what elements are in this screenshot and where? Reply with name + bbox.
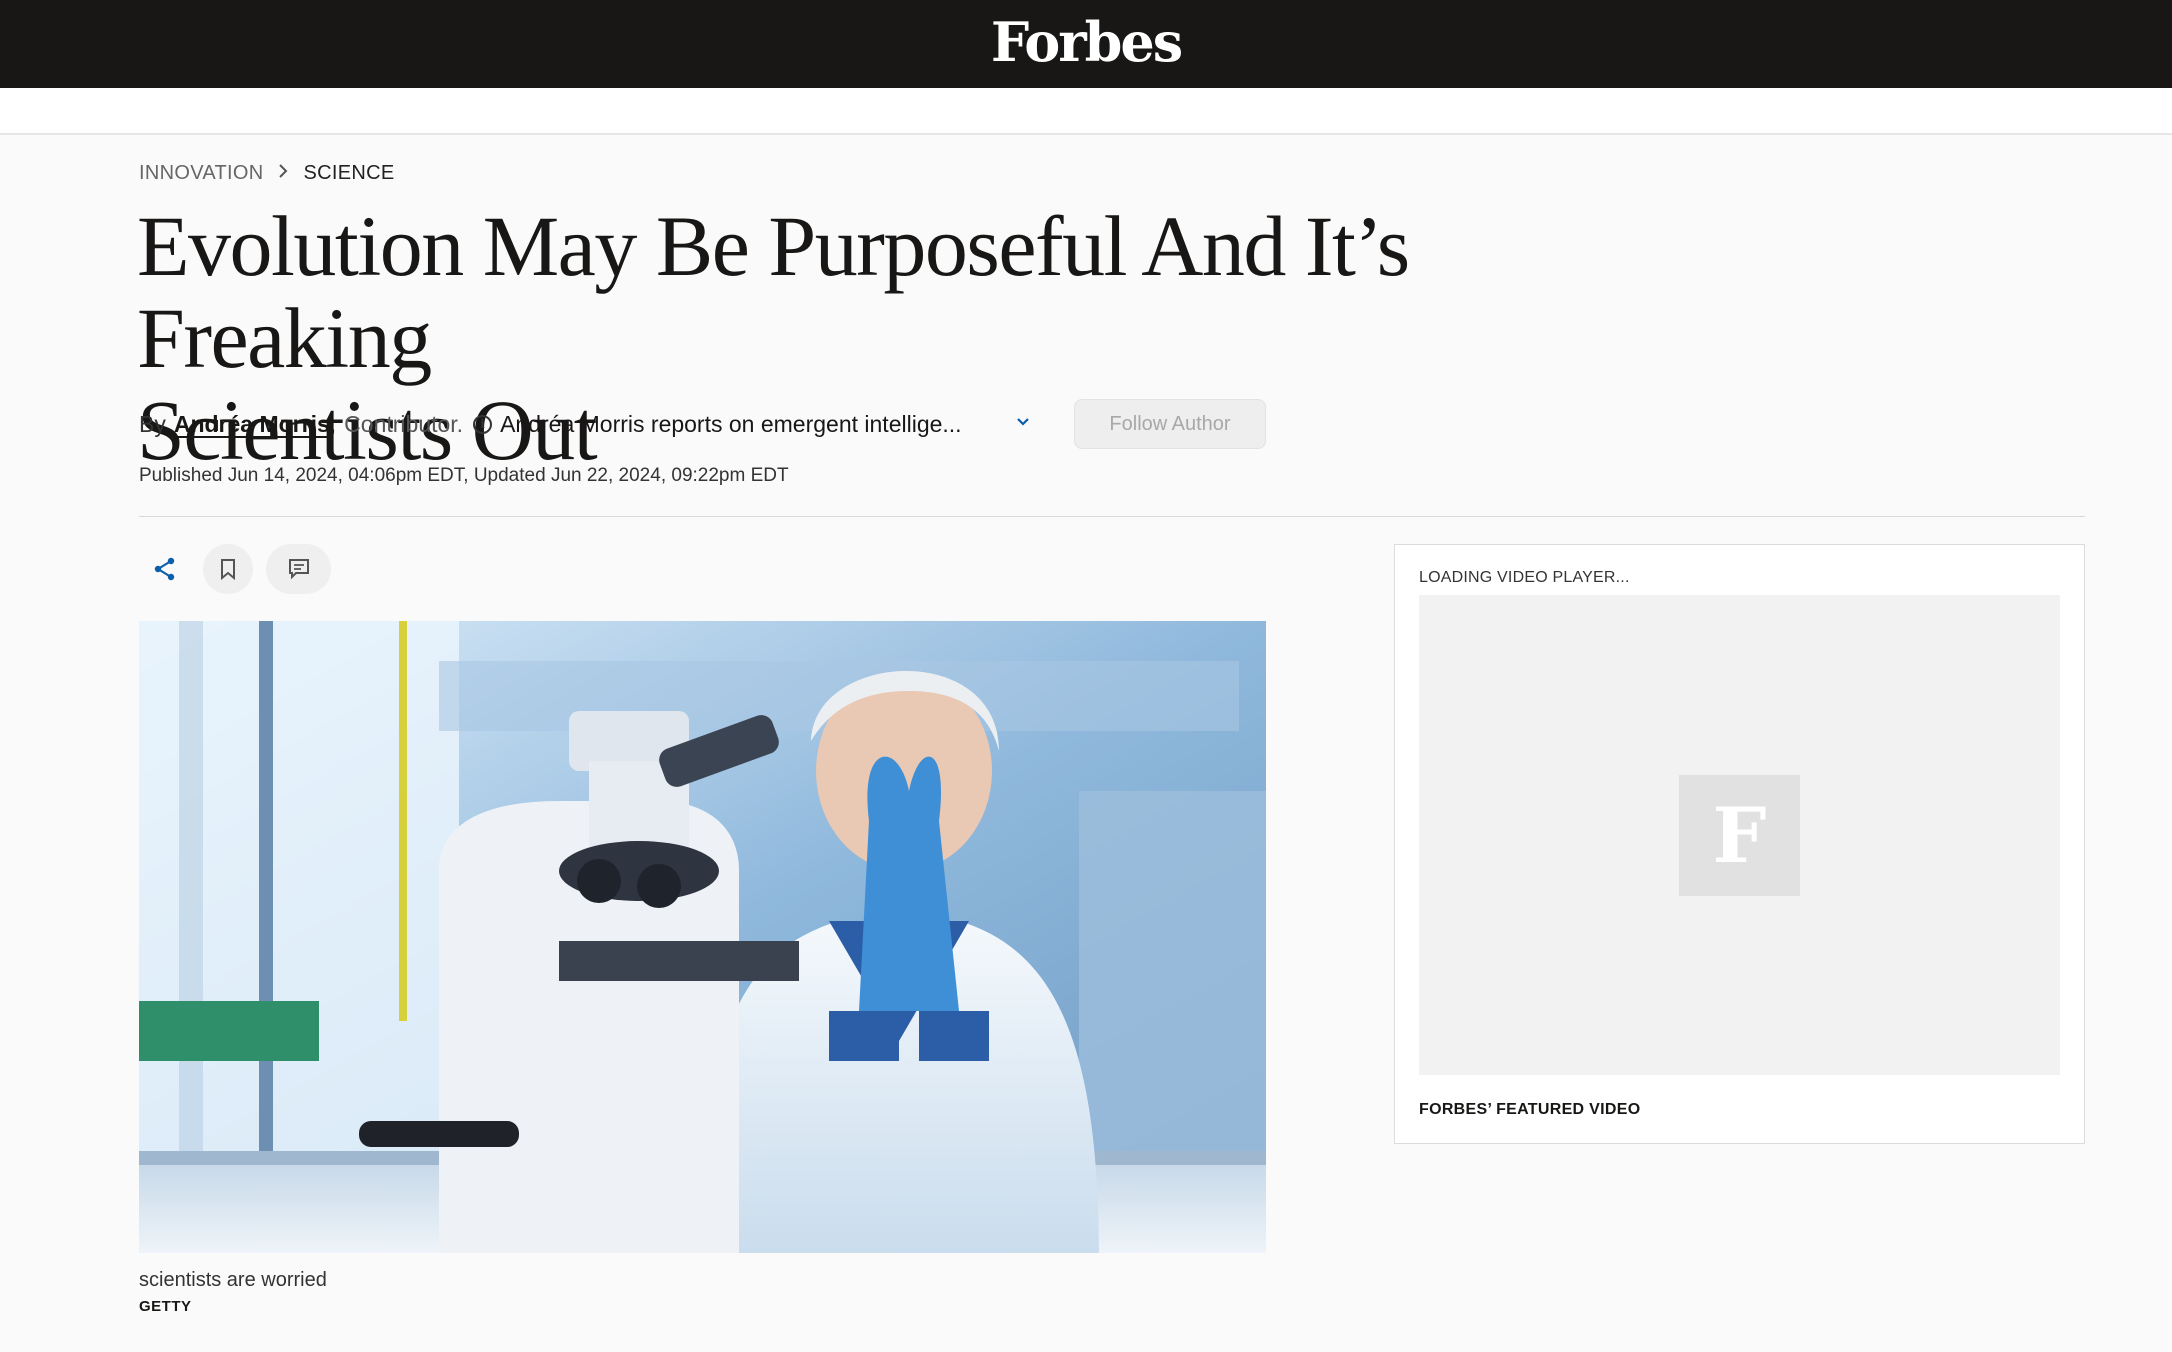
image-credit: GETTY xyxy=(139,1298,192,1315)
video-player[interactable]: F xyxy=(1419,595,2060,1075)
secondary-nav-bar xyxy=(0,88,2172,135)
breadcrumb: INNOVATION SCIENCE xyxy=(139,162,395,185)
author-link[interactable]: Andréa Morris xyxy=(174,411,330,438)
featured-video-title: FORBES’ FEATURED VIDEO xyxy=(1419,1101,1641,1118)
author-role: Contributor. xyxy=(344,410,464,437)
by-label: By xyxy=(139,410,166,437)
hero-image xyxy=(139,621,1266,1253)
chevron-right-icon xyxy=(277,162,289,185)
comments-button[interactable] xyxy=(266,544,331,594)
comment-icon xyxy=(288,559,309,580)
author-bio-snippet: Andréa Morris reports on emergent intell… xyxy=(500,410,962,437)
image-caption: scientists are worried xyxy=(139,1269,327,1291)
divider xyxy=(139,516,2085,517)
save-article-button[interactable] xyxy=(203,544,253,594)
breadcrumb-subsection-link[interactable]: SCIENCE xyxy=(303,162,394,185)
breadcrumb-section-link[interactable]: INNOVATION xyxy=(139,162,263,185)
info-icon[interactable]: i xyxy=(473,414,493,434)
chevron-down-icon[interactable] xyxy=(1014,412,1032,430)
top-navigation-bar: Forbes xyxy=(0,0,2172,88)
forbes-f-logo-icon: F xyxy=(1679,775,1800,896)
follow-author-button[interactable]: Follow Author xyxy=(1074,399,1266,449)
forbes-logo[interactable]: Forbes xyxy=(991,15,1183,69)
share-button[interactable] xyxy=(140,544,190,594)
featured-video-widget: LOADING VIDEO PLAYER... F FORBES’ FEATUR… xyxy=(1394,544,2085,1144)
publish-date: Published Jun 14, 2024, 04:06pm EDT, Upd… xyxy=(139,465,789,486)
byline: By Andréa Morris , Contributor. i Andréa… xyxy=(139,408,962,440)
video-loading-text: LOADING VIDEO PLAYER... xyxy=(1419,569,1630,586)
byline-comma: , xyxy=(329,410,337,437)
headline-line-1: Evolution May Be Purposeful And It’s Fre… xyxy=(137,198,1410,386)
bookmark-icon xyxy=(221,559,235,580)
share-icon xyxy=(154,557,175,581)
